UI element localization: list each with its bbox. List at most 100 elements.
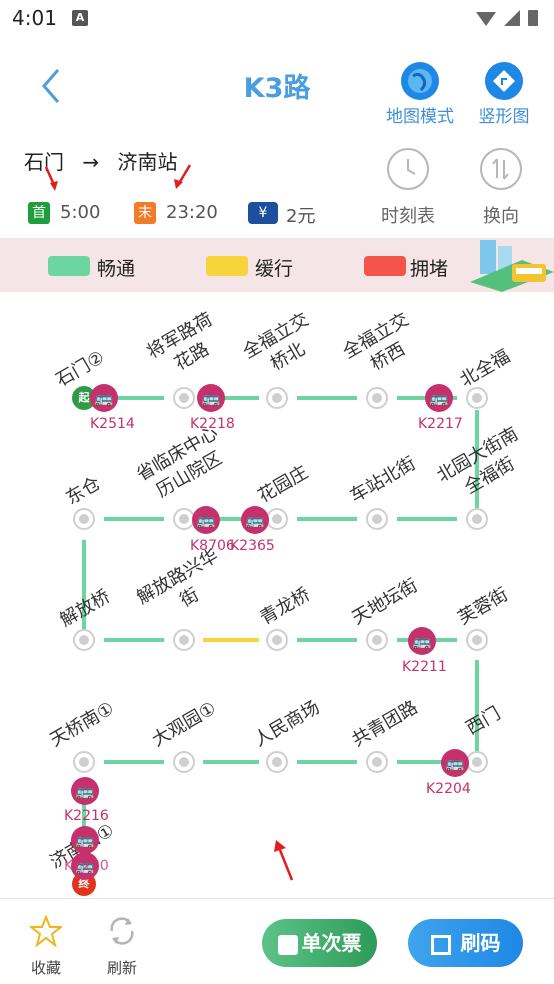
route-to: 济南站: [117, 150, 178, 174]
station-name[interactable]: 天桥南①: [46, 697, 119, 753]
bus-icon[interactable]: 🚌: [197, 384, 225, 412]
station-name[interactable]: 大观园①: [148, 697, 221, 753]
bus-icon[interactable]: 🚌: [408, 627, 436, 655]
first-bus-time: 5:00: [60, 202, 101, 223]
station-dot[interactable]: [366, 387, 388, 409]
station-name[interactable]: 将军路荷花路: [136, 304, 237, 390]
bus-icon[interactable]: 🚌: [71, 777, 99, 805]
scan-code-label: 刷码: [460, 931, 501, 955]
station-dot[interactable]: [173, 629, 195, 651]
route-segment: [104, 638, 164, 642]
jam-label: 拥堵: [410, 258, 449, 280]
signal-icon: [504, 10, 520, 26]
scan-code-button[interactable]: 刷码: [408, 919, 523, 967]
battery-icon: [528, 10, 538, 26]
bus-plate: K2514: [90, 416, 135, 432]
globe-icon: [401, 62, 439, 100]
bus-icon[interactable]: 🚌: [192, 506, 220, 534]
bus-icon[interactable]: 🚌: [425, 384, 453, 412]
bus-icon[interactable]: 🚌: [241, 506, 269, 534]
ticket-icon: [277, 934, 298, 955]
single-ticket-label: 单次票: [301, 931, 362, 955]
station-dot[interactable]: [266, 387, 288, 409]
smooth-swatch: [48, 256, 90, 276]
station-name[interactable]: 全福立交桥西: [332, 304, 433, 390]
station-dot[interactable]: [466, 751, 488, 773]
station-dot[interactable]: [173, 751, 195, 773]
route-map: 石门② 将军路荷花路 全福立交桥北 全福立交桥西 北全福 东仓 省临床中心历山院…: [0, 292, 554, 898]
direction-icon: [485, 62, 523, 100]
status-icons: [476, 10, 538, 26]
annotation-arrow-icon: [44, 166, 58, 191]
wifi-icon: [476, 12, 496, 26]
station-dot[interactable]: [366, 751, 388, 773]
station-name[interactable]: 车站北街: [346, 452, 421, 509]
station-name[interactable]: 青龙桥: [256, 583, 315, 631]
route-arrow: →: [82, 150, 100, 174]
clock-icon: [387, 148, 429, 190]
notification-icon: A: [72, 10, 88, 26]
bus-plate: K2216: [64, 808, 109, 824]
refresh-icon: [110, 917, 134, 945]
route-segment: [297, 760, 357, 764]
bus-icon[interactable]: 🚌: [441, 749, 469, 777]
station-name[interactable]: 共青团路: [348, 696, 423, 753]
station-name[interactable]: 人民商场: [250, 696, 325, 753]
bus-plate: K2210: [64, 858, 109, 874]
station-name[interactable]: 解放路兴华街: [132, 544, 236, 632]
station-dot[interactable]: [73, 629, 95, 651]
annotation-arrow-icon: [274, 840, 294, 881]
single-ticket-button[interactable]: 单次票: [262, 919, 377, 967]
slow-label: 缓行: [255, 258, 294, 280]
status-time: 4:01: [12, 6, 57, 30]
vertical-view-button[interactable]: 竖形图: [449, 60, 554, 127]
station-name[interactable]: 花园庄: [254, 461, 313, 509]
last-bus-time: 23:20: [166, 202, 218, 223]
route-segment: [297, 517, 357, 521]
station-name[interactable]: 天地坛街: [348, 574, 423, 631]
swap-icon: [480, 148, 522, 190]
route-segment: [297, 638, 357, 642]
bus-icon[interactable]: 🚌: [71, 826, 99, 854]
station-name[interactable]: 北园大街南全福街: [432, 422, 536, 510]
station-dot[interactable]: [266, 751, 288, 773]
bus-icon[interactable]: 🚌: [90, 384, 118, 412]
station-name[interactable]: 芙蓉街: [454, 583, 513, 631]
station-dot[interactable]: [266, 508, 288, 530]
bus-plate: K2204: [426, 781, 471, 797]
slow-swatch: [206, 256, 248, 276]
station-dot[interactable]: [466, 629, 488, 651]
reverse-direction-button[interactable]: 换向: [461, 148, 541, 228]
favorite-label: 收藏: [30, 959, 61, 977]
station-dot[interactable]: [366, 629, 388, 651]
refresh-button[interactable]: 刷新: [92, 915, 152, 979]
timetable-button[interactable]: 时刻表: [368, 148, 448, 228]
bus-plate: K8706: [190, 538, 235, 554]
station-name[interactable]: 西门: [462, 702, 505, 741]
route-segment: [114, 396, 164, 400]
station-dot[interactable]: [366, 508, 388, 530]
jam-swatch: [364, 256, 406, 276]
station-name[interactable]: 东仓: [62, 472, 105, 511]
traffic-legend: 畅通 缓行 拥堵: [0, 238, 554, 292]
station-dot[interactable]: [466, 508, 488, 530]
station-name[interactable]: 全福立交桥北: [232, 304, 333, 390]
favorite-button[interactable]: 收藏: [16, 915, 76, 979]
annotation-arrow-icon: [174, 164, 192, 189]
station-name[interactable]: 省临床中心历山院区: [130, 420, 237, 510]
vertical-view-label: 竖形图: [478, 107, 530, 127]
station-dot[interactable]: [73, 751, 95, 773]
refresh-label: 刷新: [106, 959, 137, 977]
route-segment: [203, 760, 259, 764]
bus-plate: K2217: [418, 416, 463, 432]
station-dot[interactable]: [266, 629, 288, 651]
smooth-label: 畅通: [97, 258, 136, 280]
station-dot[interactable]: [73, 508, 95, 530]
reverse-label: 换向: [483, 206, 519, 227]
route-segment-slow: [203, 638, 259, 642]
bus-plate: K2218: [190, 416, 235, 432]
fare-value: 2元: [286, 206, 316, 227]
fare-icon: ¥: [248, 202, 278, 224]
station-name[interactable]: 北全福: [456, 345, 515, 393]
station-dot[interactable]: [173, 387, 195, 409]
